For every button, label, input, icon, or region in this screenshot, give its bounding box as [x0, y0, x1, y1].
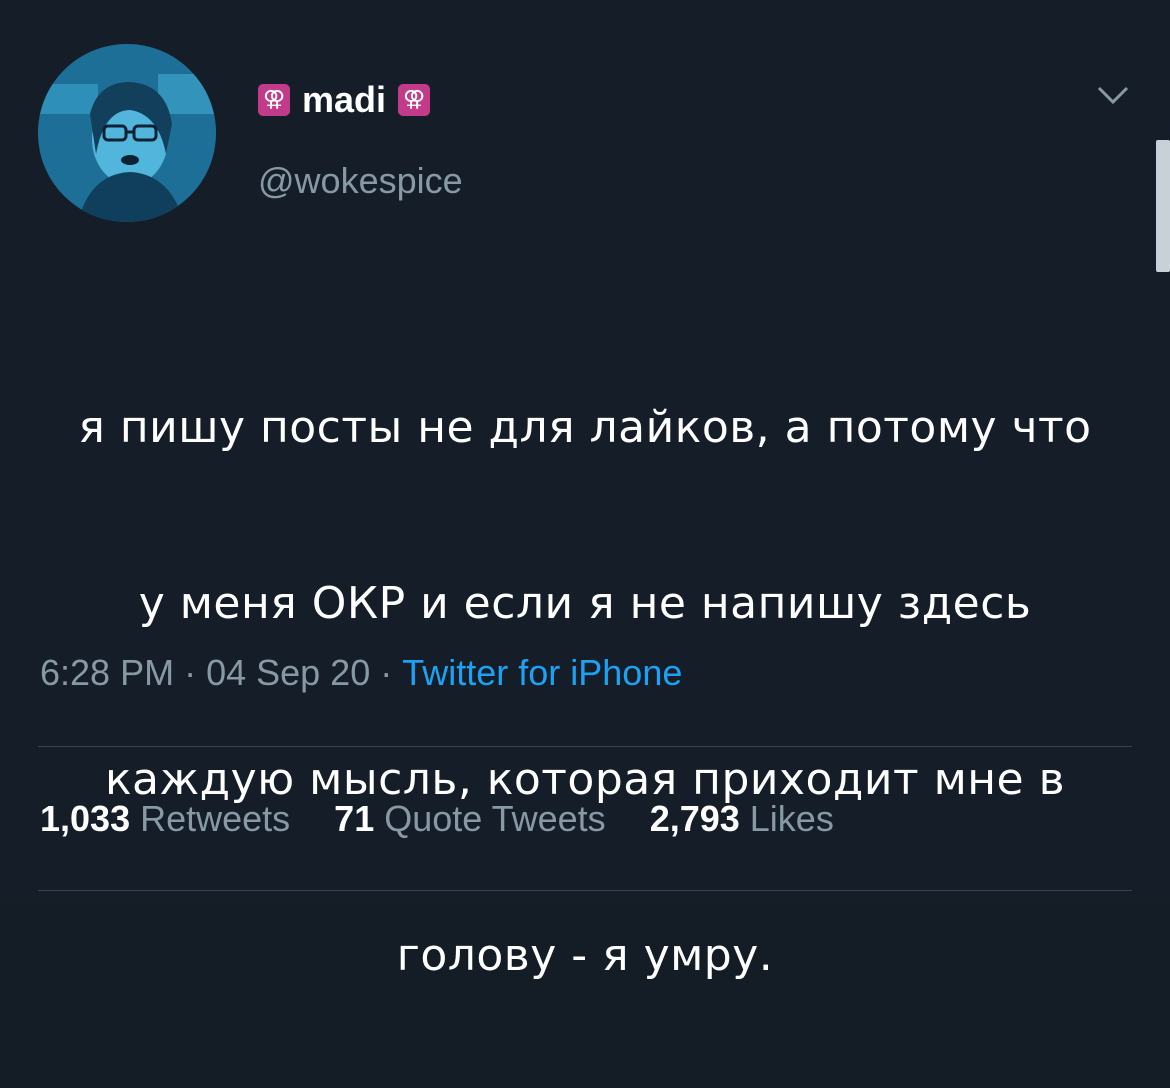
likes-label: Likes: [749, 798, 834, 839]
retweets-label: Retweets: [140, 798, 291, 839]
tweet-time[interactable]: 6:28 PM: [40, 652, 174, 693]
divider: [38, 746, 1132, 747]
tweet-text-line: у меня ОКР и если я не напишу здесь: [138, 578, 1032, 629]
tweet-meta: 6:28 PM · 04 Sep 20 · Twitter for iPhone: [40, 652, 682, 694]
retweets-count: 1,033: [40, 798, 131, 839]
divider: [38, 890, 1132, 891]
avatar-image: [38, 44, 216, 222]
tweet-text-line: я пишу посты не для лайков, а потому что: [78, 402, 1092, 453]
meta-separator: ·: [380, 652, 393, 693]
display-name-row[interactable]: ⚢ madi ⚢: [258, 79, 431, 120]
quote-tweets-label: Quote Tweets: [384, 798, 606, 839]
scrollbar-thumb[interactable]: [1156, 140, 1170, 272]
female-couple-emoji-icon: ⚢: [258, 84, 290, 116]
likes-stat[interactable]: 2,793 Likes: [650, 798, 834, 840]
retweets-stat[interactable]: 1,033 Retweets: [40, 798, 290, 840]
female-couple-emoji-icon: ⚢: [398, 84, 431, 116]
chevron-down-icon[interactable]: [1096, 84, 1130, 106]
tweet-text-line: голову - я умру.: [396, 930, 774, 981]
tweet-date[interactable]: 04 Sep 20: [206, 652, 370, 693]
meta-separator: ·: [184, 652, 197, 693]
tweet-source-link[interactable]: Twitter for iPhone: [402, 652, 682, 693]
likes-count: 2,793: [649, 798, 740, 839]
avatar[interactable]: [38, 44, 216, 222]
tweet-stats: 1,033 Retweets 71 Quote Tweets 2,793 Likes: [40, 798, 834, 840]
quote-tweets-stat[interactable]: 71 Quote Tweets: [334, 798, 606, 840]
quote-tweets-count: 71: [334, 798, 375, 839]
tweet-card: ⚢ madi ⚢ @wokespice я пишу посты не для …: [0, 0, 1170, 981]
display-name: madi: [302, 79, 387, 120]
user-handle[interactable]: @wokespice: [258, 160, 463, 202]
